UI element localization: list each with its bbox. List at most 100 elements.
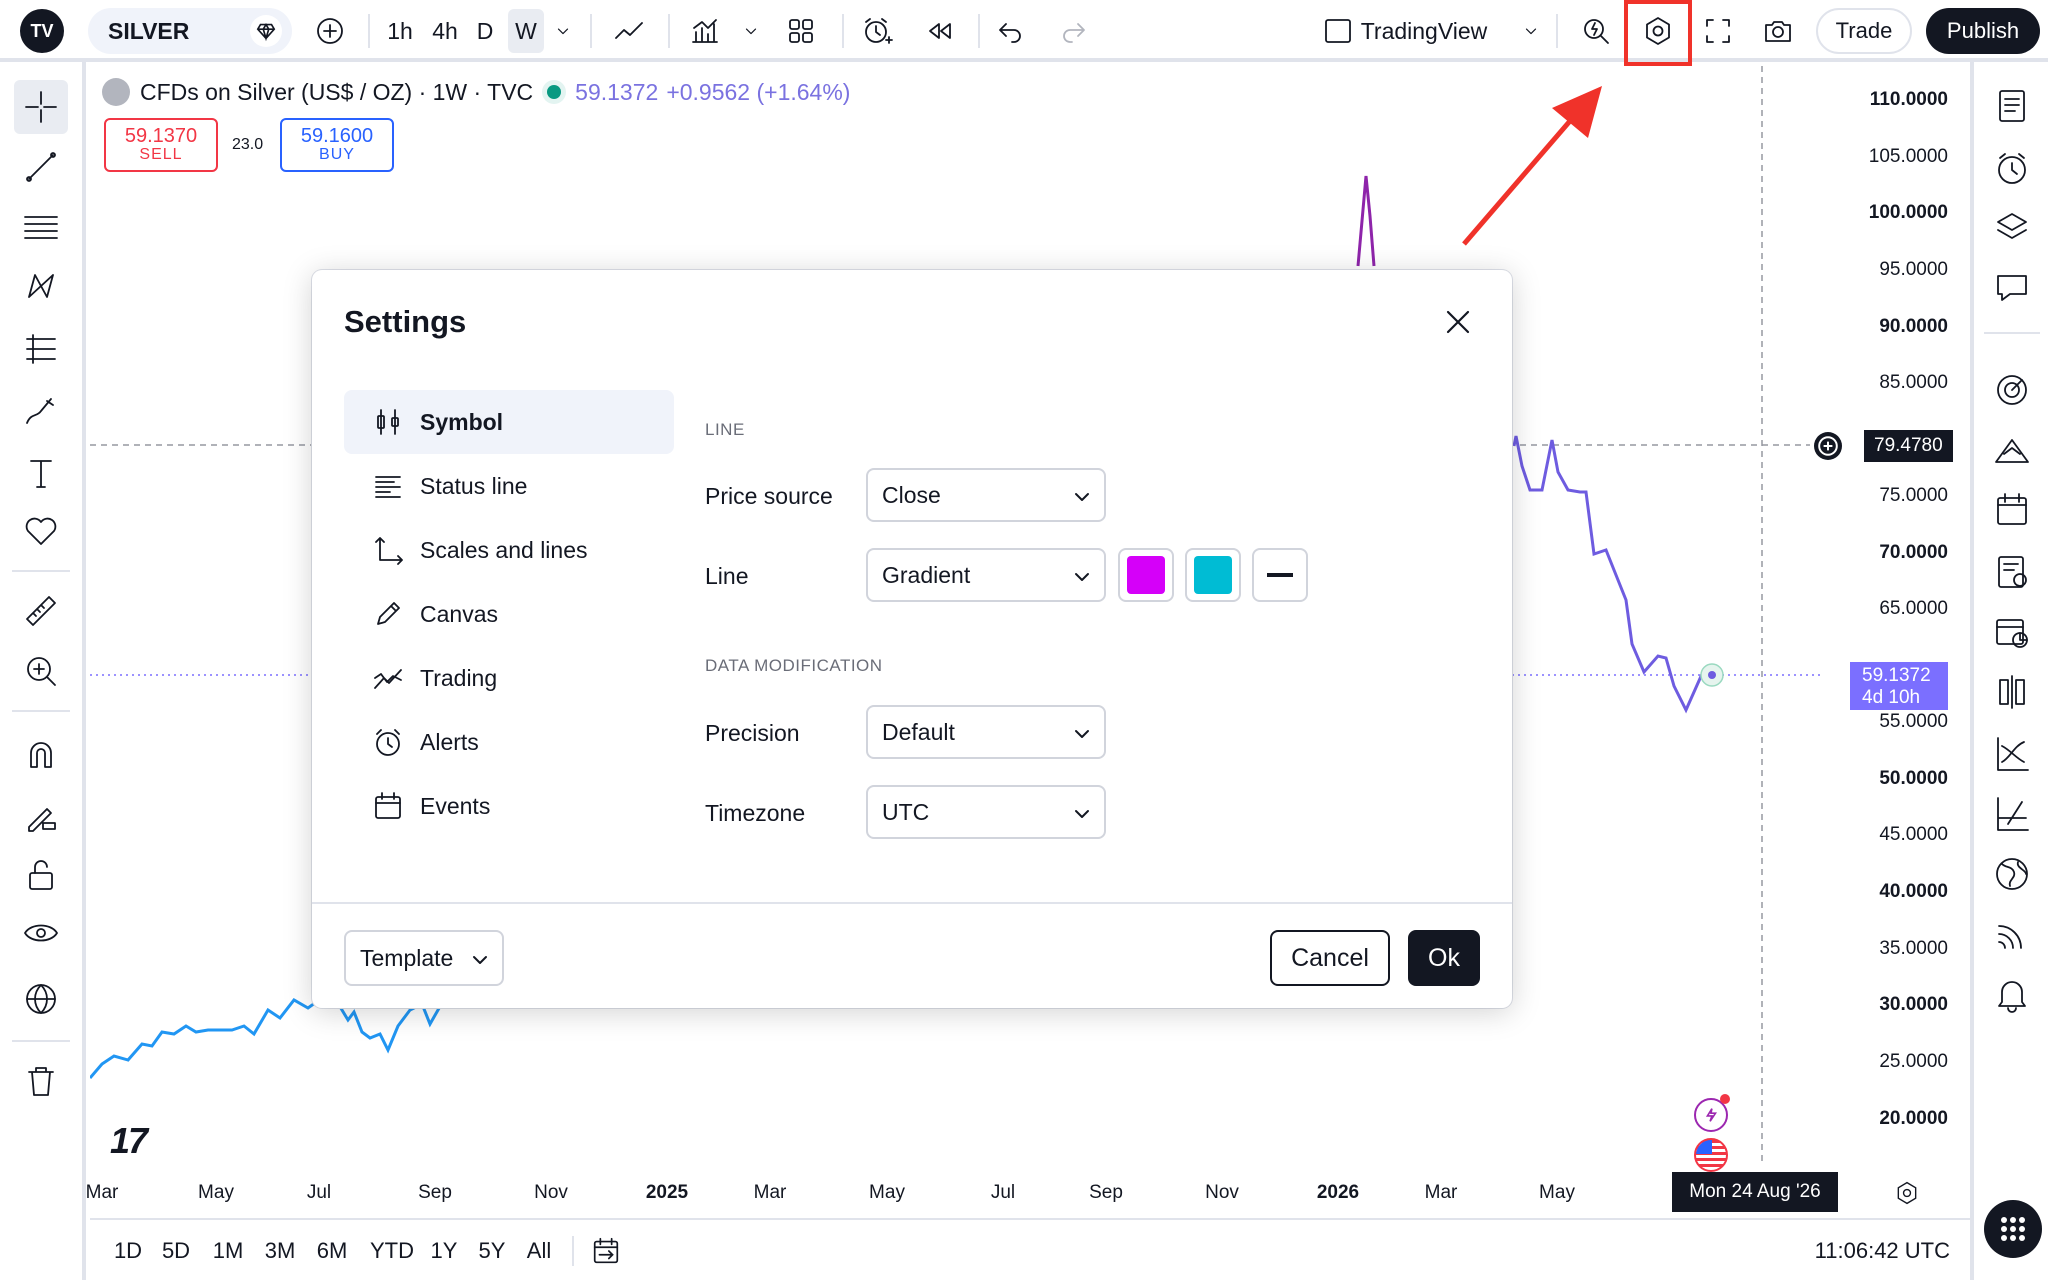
nav-canvas[interactable]: Canvas — [344, 582, 674, 646]
globe-icon[interactable] — [14, 972, 68, 1026]
fib-icon[interactable] — [14, 322, 68, 376]
strategy-icon[interactable] — [1984, 786, 2040, 842]
tradingview-logo[interactable]: TV — [18, 0, 66, 62]
buy-button[interactable]: 59.1600 BUY — [280, 118, 394, 172]
timeframe-w[interactable]: W — [508, 9, 544, 53]
watchlist-icon[interactable] — [1984, 78, 2040, 134]
us-flag-event-icon[interactable] — [1694, 1138, 1728, 1172]
dialog-title: Settings — [344, 304, 467, 339]
crosshair-icon[interactable] — [14, 80, 68, 134]
utc-clock[interactable]: 11:06:42 UTC — [1815, 1220, 1950, 1280]
chart-legend[interactable]: CFDs on Silver (US$ / OZ) · 1W · TVC 59.… — [102, 78, 850, 106]
timezone-select[interactable]: UTC — [866, 785, 1106, 839]
undo-icon[interactable] — [986, 0, 1036, 62]
gradient-color-1-button[interactable] — [1118, 548, 1174, 602]
time-label: May — [198, 1182, 234, 1203]
timeframe-d[interactable]: D — [470, 0, 500, 62]
price-source-select[interactable]: Close — [866, 468, 1106, 522]
bar-countdown: 4d 10h — [1862, 687, 1921, 708]
gradient-color-2-button[interactable] — [1185, 548, 1241, 602]
layout-name[interactable]: TradingView — [1361, 0, 1488, 62]
nav-symbol[interactable]: Symbol — [344, 390, 674, 454]
symbol-search-button[interactable]: SILVER — [88, 8, 292, 54]
publish-button[interactable]: Publish — [1926, 8, 2040, 54]
options-chart-icon[interactable] — [1984, 726, 2040, 782]
nav-scales-and-lines[interactable]: Scales and lines — [344, 518, 674, 582]
range-5y[interactable]: 5Y — [472, 1220, 512, 1280]
layout-grid-icon[interactable] — [776, 0, 826, 62]
nav-trading[interactable]: Trading — [344, 646, 674, 710]
range-3m[interactable]: 3M — [256, 1220, 304, 1280]
add-symbol-icon[interactable] — [306, 0, 354, 62]
go-to-date-icon[interactable] — [586, 1220, 626, 1280]
heart-icon[interactable] — [14, 504, 68, 558]
axis-settings-icon[interactable] — [1894, 1180, 1924, 1210]
trash-icon[interactable] — [14, 1054, 68, 1108]
range-6m[interactable]: 6M — [308, 1220, 356, 1280]
range-5d[interactable]: 5D — [154, 1220, 198, 1280]
close-icon[interactable] — [1436, 300, 1480, 344]
split-view-icon[interactable] — [1984, 664, 2040, 720]
ruler-icon[interactable] — [14, 584, 68, 638]
range-all[interactable]: All — [518, 1220, 560, 1280]
range-1m[interactable]: 1M — [206, 1220, 250, 1280]
trend-line-icon[interactable] — [14, 140, 68, 194]
indicators-dropdown-icon[interactable] — [738, 0, 764, 62]
lock-drawing-icon[interactable] — [14, 788, 68, 842]
chat-icon[interactable] — [1984, 260, 2040, 316]
horizontal-lines-icon[interactable] — [14, 200, 68, 254]
snapshot-camera-icon[interactable] — [1754, 0, 1802, 62]
nav-events[interactable]: Events — [344, 774, 674, 838]
nav-alerts[interactable]: Alerts — [344, 710, 674, 774]
time-label: Nov — [534, 1182, 568, 1203]
gem-icon[interactable] — [250, 15, 282, 47]
line-style-select[interactable]: Gradient — [866, 548, 1106, 602]
timeframe-dropdown-icon[interactable] — [550, 0, 576, 62]
range-1y[interactable]: 1Y — [424, 1220, 464, 1280]
apps-grid-button[interactable] — [1984, 1200, 2042, 1258]
nav-status-line[interactable]: Status line — [344, 454, 674, 518]
add-price-icon[interactable] — [1814, 432, 1842, 460]
ok-button[interactable]: Ok — [1408, 930, 1480, 986]
zoom-in-icon[interactable] — [14, 644, 68, 698]
unlock-icon[interactable] — [14, 848, 68, 902]
mountain-icon[interactable] — [1984, 422, 2040, 478]
quick-search-icon[interactable] — [1574, 0, 1618, 62]
timeframe-4h[interactable]: 4h — [424, 0, 466, 62]
alerts-clock-icon[interactable] — [1984, 140, 2040, 196]
range-1d[interactable]: 1D — [106, 1220, 150, 1280]
chart-type-line-icon[interactable] — [604, 0, 654, 62]
trading-icon — [374, 669, 402, 689]
redo-icon[interactable] — [1048, 0, 1098, 62]
indicators-icon[interactable] — [680, 0, 730, 62]
template-dropdown[interactable]: Template — [344, 930, 504, 986]
flag-canton — [1696, 1140, 1712, 1154]
price-label: 75.0000 — [1879, 485, 1948, 506]
range-ytd[interactable]: YTD — [364, 1220, 420, 1280]
magnet-icon[interactable] — [14, 728, 68, 782]
text-icon[interactable] — [14, 446, 68, 500]
fullscreen-icon[interactable] — [1694, 0, 1742, 62]
notifications-bell-icon[interactable] — [1984, 966, 2040, 1022]
layout-checkbox-icon[interactable] — [1316, 0, 1360, 62]
calendar-icon[interactable] — [1984, 482, 2040, 538]
price-label: 95.0000 — [1879, 259, 1948, 280]
brush-icon[interactable] — [14, 384, 68, 438]
cancel-button[interactable]: Cancel — [1270, 930, 1390, 986]
sell-button[interactable]: 59.1370 SELL — [104, 118, 218, 172]
pattern-icon[interactable] — [14, 260, 68, 314]
world-icon[interactable] — [1984, 846, 2040, 902]
stream-icon[interactable] — [1984, 906, 2040, 962]
target-icon[interactable] — [1984, 362, 2040, 418]
layers-icon[interactable] — [1984, 200, 2040, 256]
eye-icon[interactable] — [14, 906, 68, 960]
calendar-chart-icon[interactable] — [1984, 604, 2040, 660]
precision-select[interactable]: Default — [866, 705, 1106, 759]
line-width-button[interactable] — [1252, 548, 1308, 602]
alert-icon[interactable] — [852, 0, 902, 62]
timeframe-1h[interactable]: 1h — [380, 0, 420, 62]
layout-dropdown-icon[interactable] — [1518, 0, 1544, 62]
trade-button[interactable]: Trade — [1816, 8, 1912, 54]
report-icon[interactable] — [1984, 544, 2040, 600]
replay-icon[interactable] — [914, 0, 964, 62]
